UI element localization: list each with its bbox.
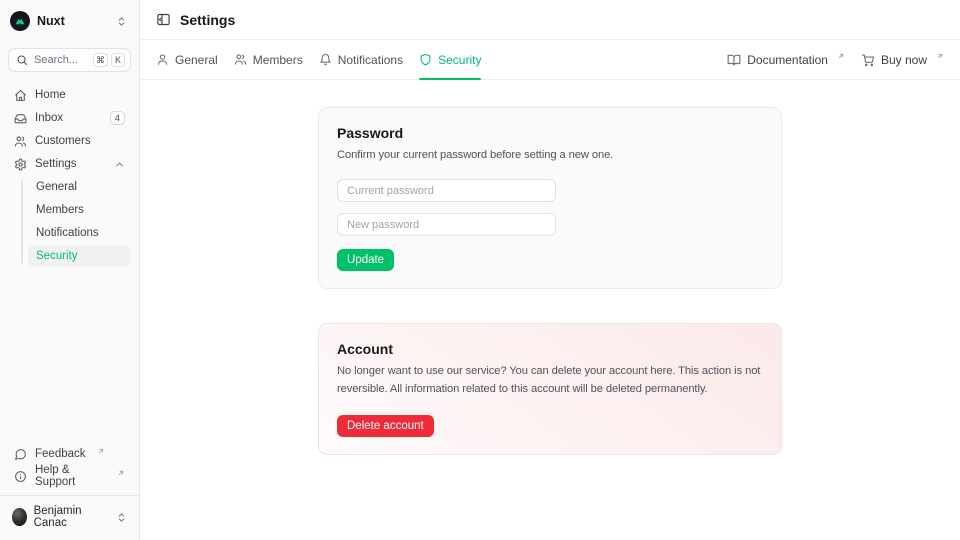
tab-label: General: [175, 53, 218, 67]
help-support-label: Help & Support: [35, 464, 106, 488]
sidebar: Nuxt Search... ⌘ K Home Inbox 4: [0, 0, 140, 540]
buy-now-label: Buy now: [881, 53, 927, 67]
tabs: General Members Notifications Security: [156, 40, 481, 79]
feedback-link[interactable]: Feedback: [8, 443, 131, 465]
account-card-description: No longer want to use our service? You c…: [337, 362, 763, 398]
tab-members[interactable]: Members: [234, 40, 303, 79]
sidebar-item-members[interactable]: Members: [28, 199, 131, 221]
account-card-title: Account: [337, 341, 763, 357]
documentation-label: Documentation: [747, 53, 828, 67]
external-link-icon: [936, 52, 944, 60]
password-card: Password Confirm your current password b…: [318, 107, 782, 289]
settings-subnav: General Members Notifications Security: [8, 176, 131, 267]
sidebar-item-inbox[interactable]: Inbox 4: [8, 107, 131, 129]
sidebar-item-label: Security: [36, 250, 78, 262]
chevron-up-icon: [114, 159, 125, 170]
password-card-description: Confirm your current password before set…: [337, 146, 763, 164]
sidebar-item-label: Customers: [35, 135, 91, 147]
external-link-icon: [837, 52, 845, 60]
divider: [0, 495, 139, 496]
main-panel: Settings General Members Notifications: [140, 0, 960, 540]
users-icon: [14, 135, 27, 148]
tab-label: Notifications: [338, 53, 403, 67]
sidebar-item-home[interactable]: Home: [8, 84, 131, 106]
avatar: [12, 508, 27, 526]
account-card: Account No longer want to use our servic…: [318, 323, 782, 455]
sidebar-item-security[interactable]: Security: [28, 245, 131, 267]
header-actions: Documentation Buy now: [727, 40, 944, 79]
external-link-icon: [117, 469, 125, 477]
kbd-k: K: [111, 53, 125, 67]
search-input[interactable]: Search... ⌘ K: [8, 48, 131, 72]
shield-icon: [419, 53, 432, 66]
current-password-field[interactable]: [337, 179, 556, 202]
sidebar-item-label: General: [36, 181, 77, 193]
sidebar-item-label: Settings: [35, 158, 77, 170]
tab-security[interactable]: Security: [419, 40, 481, 79]
search-shortcut: ⌘ K: [93, 53, 125, 67]
feedback-label: Feedback: [35, 448, 86, 460]
sidebar-footer: Feedback Help & Support Benjamin Canac: [8, 443, 131, 532]
tab-notifications[interactable]: Notifications: [319, 40, 403, 79]
user-name: Benjamin Canac: [34, 505, 102, 529]
workspace-switcher[interactable]: Nuxt: [8, 8, 131, 34]
inbox-count-badge: 4: [110, 111, 125, 125]
sidebar-item-label: Home: [35, 89, 66, 101]
help-support-link[interactable]: Help & Support: [8, 465, 131, 487]
sidebar-item-label: Inbox: [35, 112, 63, 124]
sidebar-item-settings[interactable]: Settings: [8, 153, 131, 175]
sidebar-item-general[interactable]: General: [28, 176, 131, 198]
search-icon: [16, 54, 28, 66]
external-link-icon: [97, 447, 105, 455]
tab-label: Members: [253, 53, 303, 67]
nuxt-logo-icon: [10, 11, 30, 31]
sidebar-collapse-icon[interactable]: [156, 12, 171, 27]
book-open-icon: [727, 53, 741, 67]
workspace-name: Nuxt: [37, 14, 65, 28]
gear-icon: [14, 158, 27, 171]
page-header: Settings: [140, 0, 960, 40]
tab-general[interactable]: General: [156, 40, 218, 79]
new-password-field[interactable]: [337, 213, 556, 236]
user-icon: [156, 53, 169, 66]
settings-security-content: Password Confirm your current password b…: [140, 80, 960, 540]
sidebar-item-label: Notifications: [36, 227, 99, 239]
sidebar-item-notifications[interactable]: Notifications: [28, 222, 131, 244]
buy-now-link[interactable]: Buy now: [861, 40, 944, 79]
inbox-icon: [14, 112, 27, 125]
kbd-meta: ⌘: [93, 53, 108, 67]
info-icon: [14, 470, 27, 483]
sidebar-item-customers[interactable]: Customers: [8, 130, 131, 152]
tabbar: General Members Notifications Security: [140, 40, 960, 80]
search-placeholder: Search...: [34, 54, 78, 66]
users-icon: [234, 53, 247, 66]
user-menu[interactable]: Benjamin Canac: [8, 502, 131, 532]
chevrons-up-down-icon: [116, 512, 127, 523]
page-title: Settings: [180, 12, 235, 28]
delete-account-button[interactable]: Delete account: [337, 415, 434, 437]
sidebar-item-label: Members: [36, 204, 84, 216]
cart-icon: [861, 53, 875, 67]
tab-label: Security: [438, 53, 481, 67]
home-icon: [14, 89, 27, 102]
message-bubble-icon: [14, 448, 27, 461]
chevrons-up-down-icon: [116, 16, 127, 27]
update-button[interactable]: Update: [337, 249, 394, 271]
password-card-title: Password: [337, 125, 763, 141]
bell-icon: [319, 53, 332, 66]
sidebar-nav: Home Inbox 4 Customers Settings: [8, 84, 131, 267]
documentation-link[interactable]: Documentation: [727, 40, 845, 79]
